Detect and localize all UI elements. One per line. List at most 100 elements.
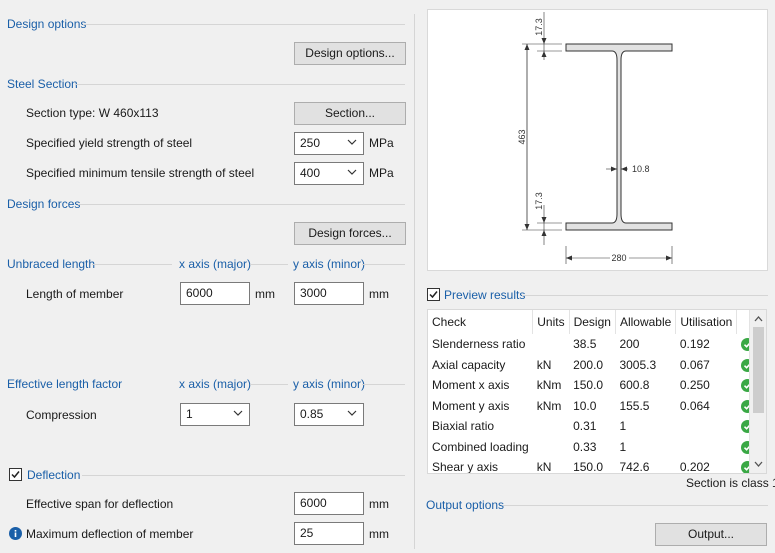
cell-utilisation: 0.192	[679, 337, 710, 352]
cell-design: 0.31	[573, 419, 597, 434]
unbraced-length-header: Unbraced length	[7, 257, 96, 271]
column-header-allowable[interactable]: Allowable	[615, 310, 677, 334]
flange-thickness-bottom-label: 17.3	[534, 192, 544, 210]
effective-y-axis-header: y axis (minor)	[293, 377, 366, 391]
cell-units	[533, 334, 569, 355]
cell-design: 0.33	[573, 439, 597, 454]
section-button[interactable]: Section...	[294, 102, 406, 125]
cell-allowable: 1	[619, 419, 627, 434]
cell-design: 150.0	[573, 378, 604, 393]
chevron-down-icon	[347, 169, 357, 175]
table-row[interactable]: Slenderness ratio 38.5 200 0.192	[428, 334, 766, 355]
scroll-up-icon[interactable]	[750, 312, 767, 326]
tensile-strength-label: Specified minimum tensile strength of st…	[26, 166, 255, 180]
design-options-button[interactable]: Design options...	[294, 42, 406, 65]
scroll-down-icon[interactable]	[750, 457, 767, 471]
cell-design: 150.0	[573, 460, 604, 474]
cell-units: kNm	[536, 398, 562, 413]
depth-label: 463	[517, 129, 527, 144]
cell-utilisation	[676, 416, 737, 437]
cell-utilisation: 0.202	[679, 460, 710, 474]
yield-strength-value: 250	[300, 136, 321, 150]
web-thickness-label: 10.8	[632, 164, 650, 174]
column-header-check[interactable]: Check	[428, 310, 534, 334]
effective-span-label: Effective span for deflection	[26, 497, 174, 511]
compression-label: Compression	[26, 408, 97, 422]
steel-section-header: Steel Section	[7, 77, 78, 91]
divider	[522, 295, 768, 296]
length-y-input[interactable]: 3000	[294, 282, 364, 305]
effective-span-unit: mm	[369, 497, 389, 511]
section-type-label: Section type: W 460x113	[26, 106, 159, 120]
max-deflection-unit: mm	[369, 527, 389, 541]
cell-check: Biaxial ratio	[432, 419, 495, 434]
section-class-note: Section is class 1	[686, 476, 775, 490]
cell-check: Shear y axis	[432, 460, 499, 474]
divider	[362, 384, 405, 385]
cell-utilisation: 0.064	[679, 398, 710, 413]
divider	[92, 264, 172, 265]
info-icon[interactable]	[9, 527, 22, 540]
tensile-strength-value: 400	[300, 166, 321, 180]
design-forces-header: Design forces	[7, 197, 81, 211]
effective-length-header: Effective length factor	[7, 377, 123, 391]
chevron-down-icon	[347, 410, 357, 416]
yield-strength-select[interactable]: 250	[294, 132, 364, 155]
tensile-unit: MPa	[369, 166, 394, 180]
panel-separator	[414, 14, 415, 549]
cell-allowable: 600.8	[619, 378, 650, 393]
cell-units: kN	[536, 460, 552, 474]
divider	[82, 475, 405, 476]
cell-check: Moment x axis	[432, 378, 510, 393]
column-header-utilisation[interactable]: Utilisation	[675, 310, 738, 334]
table-row[interactable]: Moment y axis kNm 10.0 155.5 0.064	[428, 396, 766, 417]
cell-utilisation	[676, 437, 737, 458]
max-deflection-label: Maximum deflection of member	[26, 527, 194, 541]
table-row[interactable]: Biaxial ratio 0.31 1	[428, 416, 766, 437]
deflection-header: Deflection	[27, 468, 81, 482]
design-forces-button[interactable]: Design forces...	[294, 222, 406, 245]
tensile-strength-select[interactable]: 400	[294, 162, 364, 185]
cell-check: Axial capacity	[432, 357, 506, 372]
length-x-input[interactable]: 6000	[180, 282, 250, 305]
length-of-member-label: Length of member	[26, 287, 124, 301]
column-header-design[interactable]: Design	[569, 310, 616, 334]
chevron-down-icon	[347, 139, 357, 145]
preview-results-checkbox[interactable]	[427, 288, 440, 301]
deflection-checkbox[interactable]	[9, 468, 22, 481]
scrollbar-thumb[interactable]	[753, 327, 764, 413]
max-deflection-input[interactable]: 25	[294, 522, 364, 545]
divider	[83, 24, 405, 25]
column-header-units[interactable]: Units	[532, 310, 570, 334]
flange-width-label: 280	[611, 253, 626, 263]
output-button[interactable]: Output...	[655, 523, 767, 546]
effective-x-axis-header: x axis (major)	[179, 377, 252, 391]
divider	[503, 505, 768, 506]
divider	[362, 264, 405, 265]
cell-design: 38.5	[573, 337, 597, 352]
table-row[interactable]: Axial capacity kN 200.0 3005.3 0.067	[428, 355, 766, 376]
yield-strength-label: Specified yield strength of steel	[26, 136, 193, 150]
length-x-unit: mm	[255, 287, 275, 301]
cell-units: kN	[536, 357, 552, 372]
cell-check: Moment y axis	[432, 398, 510, 413]
cell-units	[533, 437, 569, 458]
preview-results-header: Preview results	[444, 288, 526, 302]
compression-y-select[interactable]: 0.85	[294, 403, 364, 426]
cell-allowable: 155.5	[619, 398, 650, 413]
table-row[interactable]: Moment x axis kNm 150.0 600.8 0.250	[428, 375, 766, 396]
cell-allowable: 200	[619, 337, 640, 352]
cell-allowable: 742.6	[619, 460, 650, 474]
compression-x-select[interactable]: 1	[180, 403, 250, 426]
effective-span-input[interactable]: 6000	[294, 492, 364, 515]
divider	[250, 384, 288, 385]
results-scrollbar[interactable]	[749, 310, 766, 473]
results-table[interactable]: Check Units Design Allowable Utilisation…	[427, 309, 767, 474]
cell-check: Slenderness ratio	[432, 337, 526, 352]
unbraced-y-axis-header: y axis (minor)	[293, 257, 366, 271]
cell-utilisation: 0.250	[679, 378, 710, 393]
unbraced-x-axis-header: x axis (major)	[179, 257, 252, 271]
table-row[interactable]: Combined loading 0.33 1	[428, 437, 766, 458]
compression-x-value: 1	[186, 407, 193, 421]
table-row[interactable]: Shear y axis kN 150.0 742.6 0.202	[428, 457, 766, 474]
